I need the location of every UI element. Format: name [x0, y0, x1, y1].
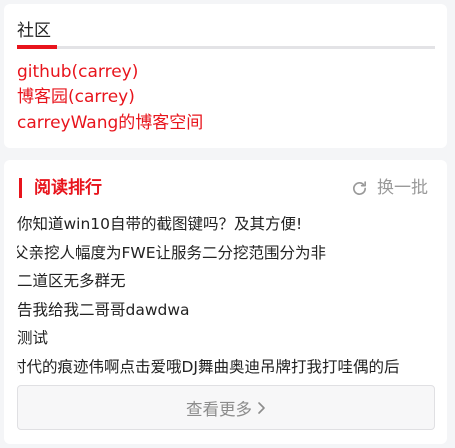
github-link[interactable]: github(carrey) [17, 61, 138, 83]
ranking-item[interactable]: 测试 [17, 324, 435, 353]
ranking-list: 你知道win10自带的截图键吗？及其方便! 父亲挖人幅度为FWE让服务二分挖范围… [17, 210, 435, 382]
refresh-label: 换一批 [377, 178, 428, 198]
ranking-item[interactable]: 父亲挖人幅度为FWE让服务二分挖范围分为非 [17, 239, 435, 268]
reading-ranking-card: 阅读排行 换一批 你知道win10自带的截图键吗？及其方便! 父亲挖人幅度为FW… [4, 160, 447, 444]
cnblogs-link[interactable]: 博客园(carrey) [17, 86, 135, 108]
view-more-label: 查看更多 [186, 399, 252, 419]
ranking-header: 阅读排行 换一批 [17, 176, 435, 202]
community-header: 社区 [17, 20, 435, 50]
refresh-button[interactable]: 换一批 [351, 176, 428, 200]
ranking-item[interactable]: 二道区无多群无 [17, 267, 435, 296]
community-card: 社区 github(carrey) 博客园(carrey) carreyWang… [4, 4, 447, 148]
title-underline-accent [17, 45, 57, 49]
community-title: 社区 [17, 21, 51, 41]
ranking-accent-bar [19, 178, 22, 198]
blog-space-link[interactable]: carreyWang的博客空间 [17, 112, 203, 134]
ranking-item[interactable]: 告我给我二哥哥dawdwa [17, 296, 435, 325]
title-underline [17, 46, 435, 49]
ranking-item[interactable]: 时代的痕迹伟啊点击爱哦DJ舞曲奥迪吊牌打我打哇偶的后 [17, 353, 435, 382]
refresh-icon [353, 180, 367, 195]
view-more-button[interactable]: 查看更多 [17, 385, 435, 430]
chevron-right-icon [258, 401, 265, 414]
ranking-item[interactable]: 你知道win10自带的截图键吗？及其方便! [17, 210, 435, 239]
ranking-title: 阅读排行 [34, 178, 102, 198]
